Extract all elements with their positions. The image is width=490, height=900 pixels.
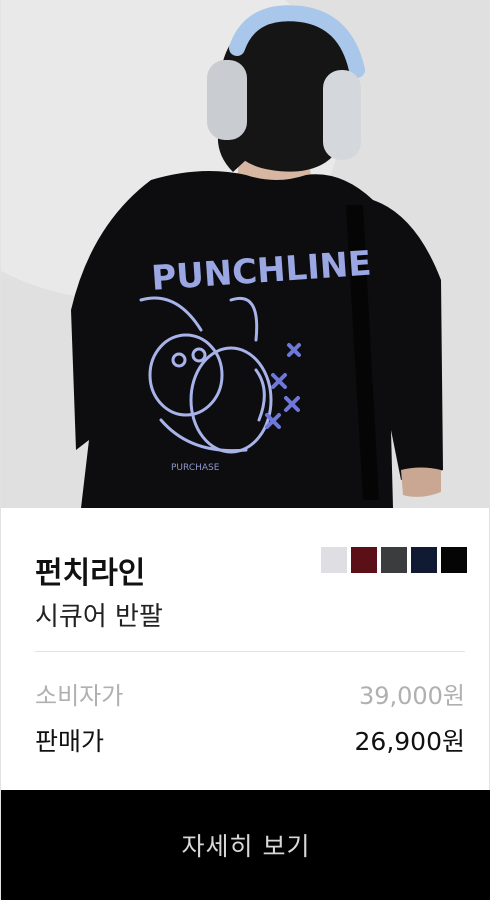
model-in-tshirt-image: PUNCHLINE PURCHASE (1, 0, 489, 508)
product-photo[interactable]: PUNCHLINE PURCHASE (1, 0, 489, 508)
sale-price-row: 판매가 26,900원 (35, 722, 465, 758)
view-details-button[interactable]: 자세히 보기 (1, 790, 490, 900)
color-swatch-black[interactable] (441, 547, 467, 573)
list-price-label: 소비자가 (35, 682, 124, 710)
svg-text:PURCHASE: PURCHASE (171, 463, 220, 473)
color-swatch-burgundy[interactable] (351, 547, 377, 573)
color-swatch-charcoal[interactable] (381, 547, 407, 573)
brand-name[interactable]: 펀치라인 (35, 548, 145, 592)
product-card: PUNCHLINE PURCHASE 펀치라인 시큐어 반팔 소비자가 39,0… (0, 0, 490, 900)
list-price-row: 소비자가 39,000원 (35, 676, 465, 711)
sale-price-value: 26,900원 (354, 727, 465, 756)
color-swatches (321, 547, 467, 573)
divider (35, 651, 465, 652)
color-swatch-navy[interactable] (411, 547, 437, 573)
product-name[interactable]: 시큐어 반팔 (35, 596, 163, 633)
color-swatch-light-gray[interactable] (321, 547, 347, 573)
list-price-value: 39,000원 (358, 682, 465, 710)
sale-price-label: 판매가 (35, 727, 105, 756)
product-info: 펀치라인 시큐어 반팔 소비자가 39,000원 판매가 26,900원 (1, 508, 489, 790)
